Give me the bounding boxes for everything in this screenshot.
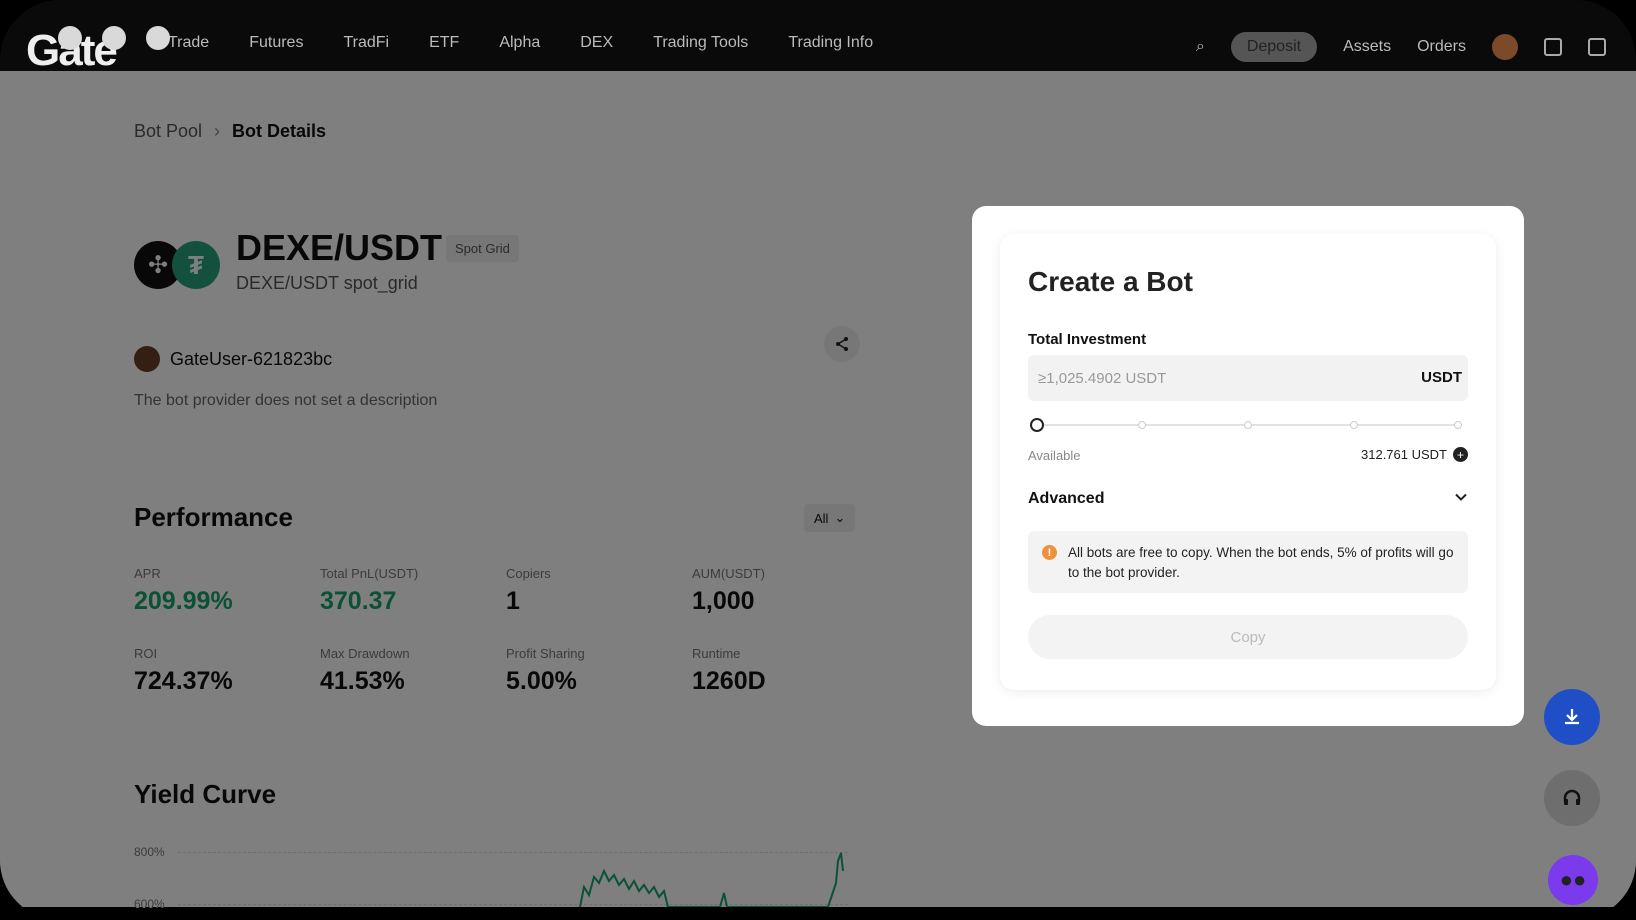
add-funds-icon[interactable]: + [1453,447,1468,462]
avatar[interactable] [1492,34,1518,60]
nav-item-alpha[interactable]: Alpha [499,34,540,52]
nav-item-trading-info[interactable]: Trading Info [788,34,873,52]
total-investment-input[interactable] [1028,355,1468,401]
window-minimize-button[interactable] [102,26,126,50]
notice-text: All bots are free to copy. When the bot … [1068,545,1454,580]
window-maximize-button[interactable] [146,26,170,50]
search-icon[interactable]: ⌕ [1196,38,1205,56]
fee-notice: ! All bots are free to copy. When the bo… [1028,531,1468,593]
bot-icon[interactable]: ●● [1548,855,1598,905]
create-bot-card: Create a Bot Total Investment USDT Avail… [1000,234,1496,690]
nav-item-tradfi[interactable]: TradFi [343,34,389,52]
nav-orders[interactable]: Orders [1417,38,1466,56]
warning-icon: ! [1042,545,1057,560]
slider-step-25[interactable] [1138,421,1146,429]
slider-step-50[interactable] [1244,421,1252,429]
chevron-down-icon [1454,490,1468,509]
top-navigation: Gate Trade Futures TradFi ETF Alpha DEX … [0,0,1636,71]
nav-item-trade[interactable]: Trade [168,34,209,52]
slider-step-100[interactable] [1454,421,1462,429]
nav-item-dex[interactable]: DEX [580,34,613,52]
deposit-button[interactable]: Deposit [1230,32,1318,62]
nav-assets[interactable]: Assets [1343,38,1391,56]
advanced-label: Advanced [1028,490,1105,507]
slider-handle[interactable] [1030,418,1044,432]
download-icon[interactable] [1544,689,1600,745]
headset-icon[interactable] [1544,770,1600,826]
total-investment-label: Total Investment [1028,331,1147,348]
nav-menu: Trade Futures TradFi ETF Alpha DEX Tradi… [168,34,873,52]
window-controls [58,26,170,50]
available-label: Available [1028,448,1081,463]
available-value: 312.761 USDT [1361,447,1447,462]
copy-button[interactable]: Copy [1028,615,1468,659]
nav-item-etf[interactable]: ETF [429,34,459,52]
advanced-toggle[interactable]: Advanced [1028,490,1468,509]
nav-item-futures[interactable]: Futures [249,34,303,52]
grid-menu-icon[interactable] [1588,38,1606,56]
available-balance: 312.761 USDT + [1361,447,1468,462]
modal-title: Create a Bot [1028,266,1193,297]
inbox-icon[interactable] [1544,38,1562,56]
browser-window: Gate Trade Futures TradFi ETF Alpha DEX … [0,0,1636,920]
create-bot-modal: Create a Bot Total Investment USDT Avail… [972,206,1524,726]
slider-step-75[interactable] [1350,421,1358,429]
nav-item-trading-tools[interactable]: Trading Tools [653,34,748,52]
nav-right: ⌕ Deposit Assets Orders [1196,32,1606,62]
window-close-button[interactable] [58,26,82,50]
investment-slider[interactable] [1030,418,1462,432]
investment-unit: USDT [1421,369,1462,386]
